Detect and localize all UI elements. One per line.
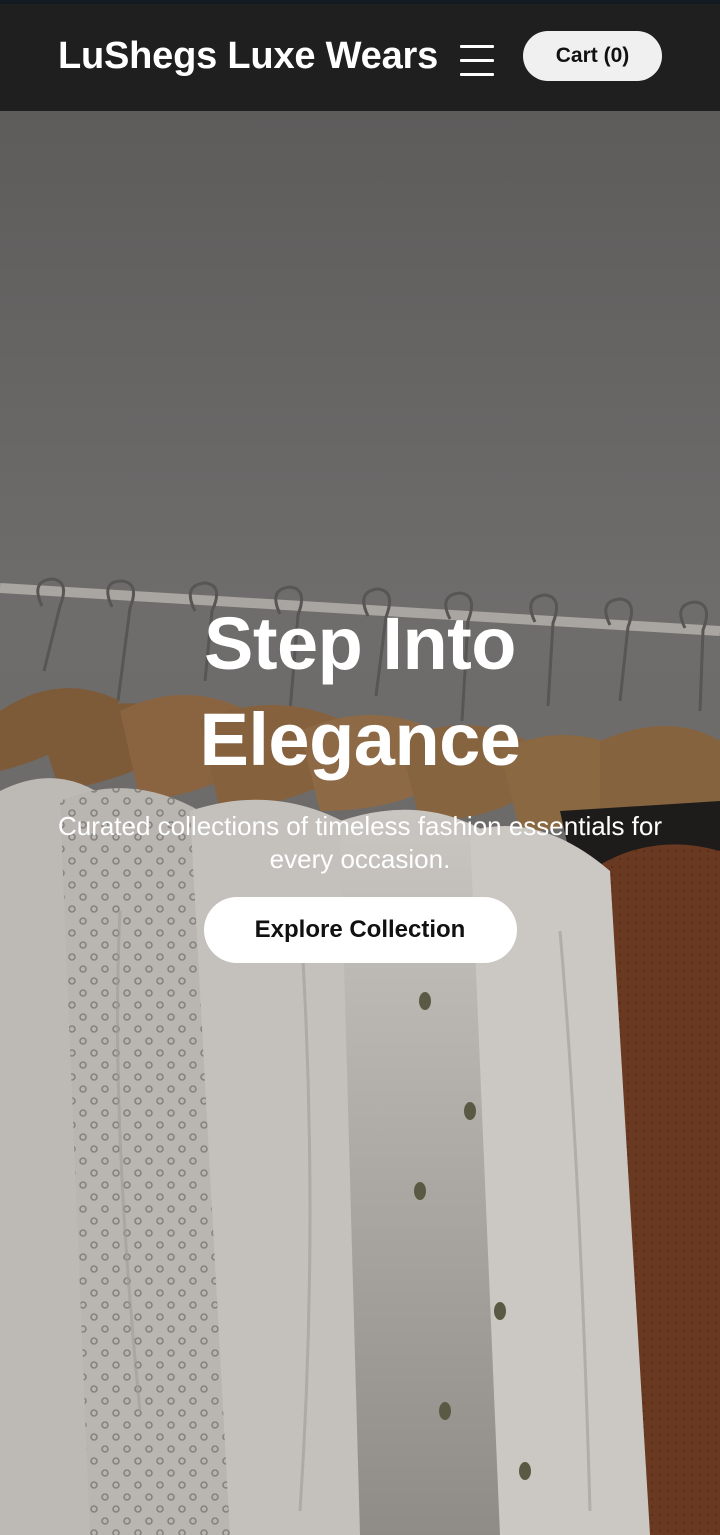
hero-subtitle: Curated collections of timeless fashion … [57,811,663,874]
hero-title: Step Into Elegance [199,602,521,781]
hamburger-menu-icon[interactable] [455,35,499,81]
navbar: LuShegs Luxe Wears Cart (0) [0,4,720,111]
explore-collection-button[interactable]: Explore Collection [203,897,517,963]
hero-section: Step Into Elegance Curated collections o… [0,111,720,1535]
brand-logo[interactable]: LuShegs Luxe Wears [58,31,438,81]
cart-button[interactable]: Cart (0) [523,31,662,81]
hero-content: Step Into Elegance Curated collections o… [0,596,720,963]
